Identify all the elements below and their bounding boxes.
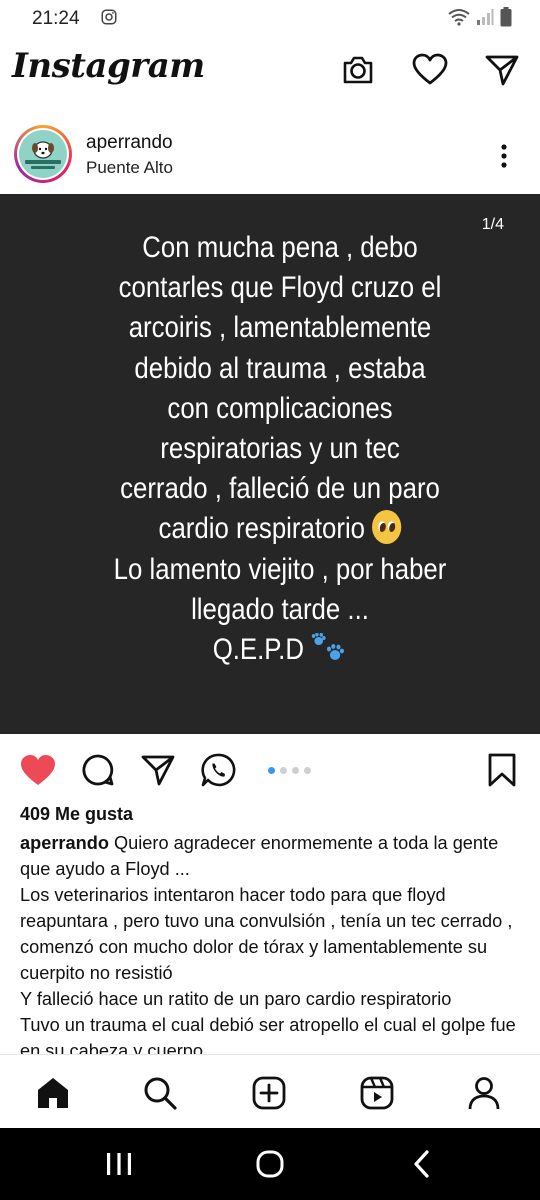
heart-outline-icon [412, 53, 448, 85]
back-chevron-icon [414, 1150, 429, 1178]
likes-count[interactable]: 409 Me gusta [20, 804, 133, 825]
back-button[interactable] [402, 1148, 442, 1180]
nav-reels[interactable] [355, 1071, 399, 1115]
paw-prints-icon [312, 633, 345, 661]
activity-button[interactable] [410, 50, 450, 90]
comment-icon [82, 754, 114, 786]
story-line: contarles que Floyd cruzo el [118, 271, 442, 305]
camera-button[interactable] [338, 50, 378, 90]
post-location[interactable]: Puente Alto [86, 158, 173, 178]
pleading-face-emoji-icon [372, 510, 402, 545]
story-line: cerrado , falleció de un paro [120, 472, 440, 506]
nav-create[interactable] [247, 1071, 291, 1115]
nav-search[interactable] [138, 1071, 182, 1115]
story-line: con complicaciones [167, 391, 393, 425]
story-line-with-emoji: Q.E.P.D [91, 630, 469, 670]
direct-messages-button[interactable] [482, 50, 522, 90]
post-caption[interactable]: aperrando Quiero agradecer enormemente a… [20, 830, 530, 1054]
carousel-indicator [268, 767, 311, 774]
story-line: Con mucha pena , debo [142, 231, 418, 264]
home-circle-icon [256, 1150, 284, 1178]
more-options-button[interactable] [490, 136, 518, 176]
search-icon [144, 1077, 177, 1110]
story-line: respiratorias y un tec [160, 432, 400, 466]
send-icon [141, 755, 175, 786]
profile-icon [468, 1077, 500, 1110]
post-username[interactable]: aperrando [86, 132, 173, 154]
home-icon [38, 1078, 68, 1108]
carousel-dot-active [268, 767, 275, 774]
bottom-navigation [0, 1054, 540, 1129]
avatar[interactable] [14, 125, 72, 183]
wifi-icon [448, 9, 470, 26]
add-post-icon [252, 1076, 286, 1110]
story-line: cardio respiratorio [158, 512, 366, 546]
app-header: Instagram [0, 36, 540, 108]
whatsapp-icon [201, 753, 236, 787]
story-line: Q.E.P.D [212, 633, 304, 667]
status-time: 21:24 [32, 8, 80, 29]
more-vertical-icon [501, 144, 507, 168]
carousel-dot [292, 767, 299, 774]
story-line: debido al trauma , estaba [134, 351, 426, 385]
bookmark-icon [488, 753, 516, 787]
carousel-dot [304, 767, 311, 774]
battery-icon [500, 7, 512, 27]
status-icons [448, 6, 512, 28]
heart-filled-icon [21, 755, 55, 785]
story-line: llegado tarde ... [191, 592, 369, 626]
status-bar: 21:24 [0, 0, 540, 36]
nav-profile[interactable] [462, 1071, 506, 1115]
caption-line: Y falleció hace un ratito de un paro car… [20, 989, 452, 1009]
instagram-logo[interactable]: Instagram [12, 46, 205, 86]
caption-line: Tuvo un trauma el cual debió ser atropel… [20, 1015, 516, 1054]
like-button[interactable] [18, 750, 58, 790]
camera-icon [343, 56, 373, 84]
share-button[interactable] [138, 750, 178, 790]
save-button[interactable] [482, 750, 522, 790]
story-line: arcoiris , lamentablemente [128, 311, 432, 345]
whatsapp-share-button[interactable] [198, 750, 238, 790]
story-text: Con mucha pena , debo contarles que Floy… [91, 228, 469, 670]
nav-home[interactable] [31, 1071, 75, 1115]
system-navigation-bar [0, 1128, 540, 1200]
recent-apps-icon [107, 1153, 131, 1175]
caption-line: Los veterinarios intentaron hacer todo p… [20, 885, 513, 983]
story-line-with-emoji: cardio respiratorio [91, 509, 469, 549]
instagram-notification-icon [101, 9, 117, 25]
home-system-button[interactable] [250, 1148, 290, 1180]
post-header: aperrando Puente Alto [0, 116, 540, 192]
media-counter: 1/4 [481, 216, 504, 233]
caption-username[interactable]: aperrando [20, 833, 109, 853]
dog-logo-icon [25, 141, 61, 169]
signal-icon [477, 9, 494, 25]
story-line: Lo lamento viejito , por haber [113, 552, 447, 586]
send-icon [485, 55, 519, 86]
comment-button[interactable] [78, 750, 118, 790]
post-actions [0, 742, 540, 798]
recent-apps-button[interactable] [99, 1148, 139, 1180]
reels-icon [360, 1076, 394, 1110]
post-media[interactable]: 1/4 Con mucha pena , debo contarles que … [0, 194, 540, 734]
carousel-dot [280, 767, 287, 774]
